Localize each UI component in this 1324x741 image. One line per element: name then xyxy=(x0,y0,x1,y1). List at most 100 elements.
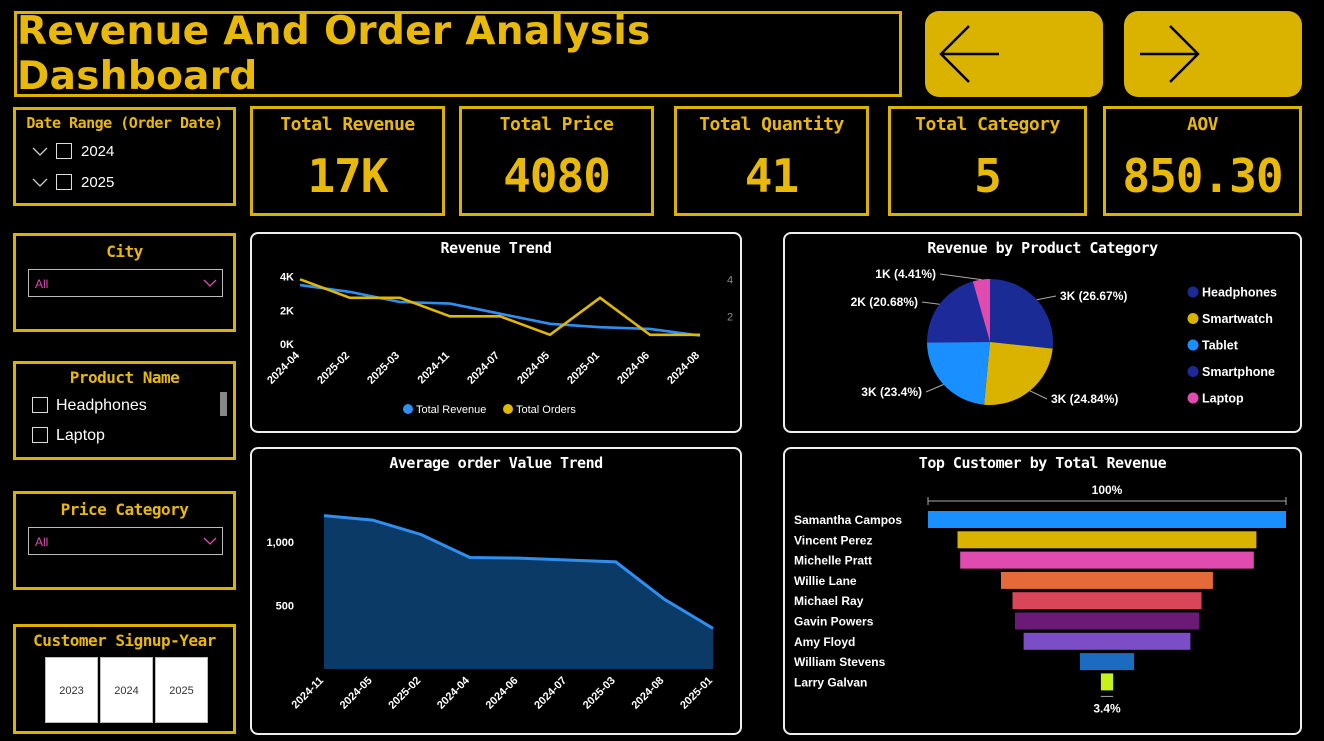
legend-marker xyxy=(403,404,413,414)
revenue-by-category-panel: Revenue by Product Category 3K (26.67%) 3… xyxy=(783,232,1302,433)
checkbox-laptop[interactable] xyxy=(32,427,48,443)
kpi-value: 4080 xyxy=(503,149,611,203)
price-category-dropdown[interactable]: All xyxy=(28,527,223,555)
category-label: Michelle Pratt xyxy=(794,554,872,568)
product-name-slicer: Product Name Headphones Laptop xyxy=(13,361,236,460)
pie-leader-line xyxy=(1029,390,1048,400)
legend-marker xyxy=(1187,313,1199,324)
x-tick-label: 2024-07 xyxy=(532,675,569,712)
top-customer-panel: Top Customer by Total Revenue 100% Samant… xyxy=(783,447,1302,735)
category-label: Vincent Perez xyxy=(794,533,872,547)
x-tick-label: 2024-08 xyxy=(629,675,666,712)
date-range-slicer: Date Range (Order Date) 2024 2025 xyxy=(13,107,236,206)
aov-trend-panel: Average order Value Trend 500 1,000 2024-1… xyxy=(250,447,742,735)
legend-label: Tablet xyxy=(1202,339,1239,353)
signup-year-title: Customer Signup-Year xyxy=(33,631,216,650)
funnel-bar xyxy=(1080,653,1135,671)
kpi-label: AOV xyxy=(1186,114,1219,135)
revenue-by-category-chart: 3K (26.67%) 3K (24.84%) 3K (23.4%) 2K (20.6… xyxy=(851,267,1277,406)
checkbox-2024[interactable] xyxy=(56,143,72,159)
kpi-value: 5 xyxy=(974,149,1002,203)
year-tile-2025[interactable]: 2025 xyxy=(155,657,208,723)
product-name-title: Product Name xyxy=(69,368,180,387)
funnel-bar xyxy=(957,531,1257,549)
city-title: City xyxy=(106,242,143,261)
product-option-laptop: Laptop xyxy=(56,427,105,444)
checkbox-headphones[interactable] xyxy=(32,397,48,413)
legend-label: Smartwatch xyxy=(1202,312,1273,326)
y-tick-label: 0K xyxy=(280,339,294,351)
category-label: Willie Lane xyxy=(794,574,857,588)
pie-slice xyxy=(984,342,1053,405)
x-tick-label: 2024-11 xyxy=(290,675,327,712)
x-tick-label: 2024-06 xyxy=(484,675,521,712)
y-tick-label: 2K xyxy=(280,305,294,317)
category-label: William Stevens xyxy=(794,655,886,669)
price-category-selected: All xyxy=(35,535,49,549)
category-label: Larry Galvan xyxy=(794,675,867,689)
x-tick-label: 2024-04 xyxy=(265,349,303,387)
y-tick-label: 4K xyxy=(280,272,294,284)
x-tick-label: 2025-03 xyxy=(365,350,402,387)
x-tick-label: 2025-02 xyxy=(315,350,352,387)
product-option-headphones: Headphones xyxy=(56,397,147,414)
year-tile-2023[interactable]: 2023 xyxy=(45,657,98,723)
scrollbar[interactable] xyxy=(220,392,227,416)
date-option-2024: 2024 xyxy=(81,143,115,160)
x-tick-label: 2024-06 xyxy=(615,350,652,387)
kpi-label: Total Category xyxy=(915,114,1060,135)
kpi-total-category: Total Category 5 xyxy=(888,106,1087,216)
funnel-top-label: 100% xyxy=(1092,483,1123,497)
category-label: Gavin Powers xyxy=(794,615,874,629)
legend-marker xyxy=(1187,366,1199,377)
x-tick-label: 2024-04 xyxy=(435,674,473,712)
series-line xyxy=(299,278,700,337)
kpi-value: 41 xyxy=(744,149,799,203)
arrow-left-icon xyxy=(939,25,999,83)
checkbox-2025[interactable] xyxy=(56,174,72,190)
dashboard-title-box: Revenue And Order Analysis Dashboard xyxy=(14,9,902,99)
legend-marker xyxy=(1187,339,1199,351)
chevron-down-icon xyxy=(203,279,217,287)
back-button[interactable] xyxy=(925,11,1103,97)
funnel-bar xyxy=(1015,612,1199,630)
kpi-value: 17K xyxy=(307,149,388,203)
x-tick-label: 2024-11 xyxy=(416,350,453,387)
y2-tick-label: 4 xyxy=(727,274,733,286)
pie-data-label: 1K (4.41%) xyxy=(875,267,936,281)
top-customer-chart: 100% Samantha Campos Vincent Perez Michelle… xyxy=(794,483,1287,715)
funnel-bar xyxy=(960,551,1254,569)
category-label: Michael Ray xyxy=(794,594,864,608)
kpi-total-quantity: Total Quantity 41 xyxy=(674,106,869,216)
pie-leader-line xyxy=(921,301,940,305)
legend-label: Smartphone xyxy=(1202,365,1275,379)
pie-data-label: 3K (23.4%) xyxy=(861,385,922,399)
x-tick-label: 2024-07 xyxy=(465,350,502,387)
x-tick-label: 2025-01 xyxy=(565,350,602,387)
y-tick-label: 500 xyxy=(276,601,294,613)
pie-slice xyxy=(927,342,990,405)
funnel-bar xyxy=(1100,673,1114,691)
chevron-down-icon[interactable] xyxy=(32,147,48,157)
city-slicer: City All xyxy=(13,233,236,332)
forward-button[interactable] xyxy=(1124,11,1302,97)
legend-label: Total Orders xyxy=(516,404,576,416)
x-tick-label: 2025-01 xyxy=(678,675,715,712)
x-tick-label: 2024-05 xyxy=(515,350,552,387)
aov-trend-chart: 500 1,000 2024-11 2024-05 2025-02 2024-04 2024… xyxy=(266,514,715,712)
pie-data-label: 3K (26.67%) xyxy=(1060,289,1127,303)
x-tick-label: 2024-08 xyxy=(665,350,702,387)
city-dropdown[interactable]: All xyxy=(28,269,223,297)
revenue-trend-chart: 0K 2K 4K 2 4 2024-04 2025-02 2025-03 2024-11 2024… xyxy=(265,272,733,416)
date-option-2025: 2025 xyxy=(81,174,115,191)
funnel-bar xyxy=(1012,592,1202,610)
year-tile-2024[interactable]: 2024 xyxy=(100,657,153,723)
x-tick-label: 2025-03 xyxy=(581,675,618,712)
signup-year-slicer: Customer Signup-Year 2023 2024 2025 xyxy=(13,624,236,734)
chevron-down-icon xyxy=(203,537,217,545)
price-category-slicer: Price Category All xyxy=(13,491,236,590)
chevron-down-icon[interactable] xyxy=(32,178,48,188)
revenue-trend-panel: Revenue Trend 0K 2K 4K 2 4 2024-04 2025-02 2025… xyxy=(250,232,742,433)
price-category-title: Price Category xyxy=(60,500,189,519)
funnel-bar xyxy=(1001,571,1213,589)
